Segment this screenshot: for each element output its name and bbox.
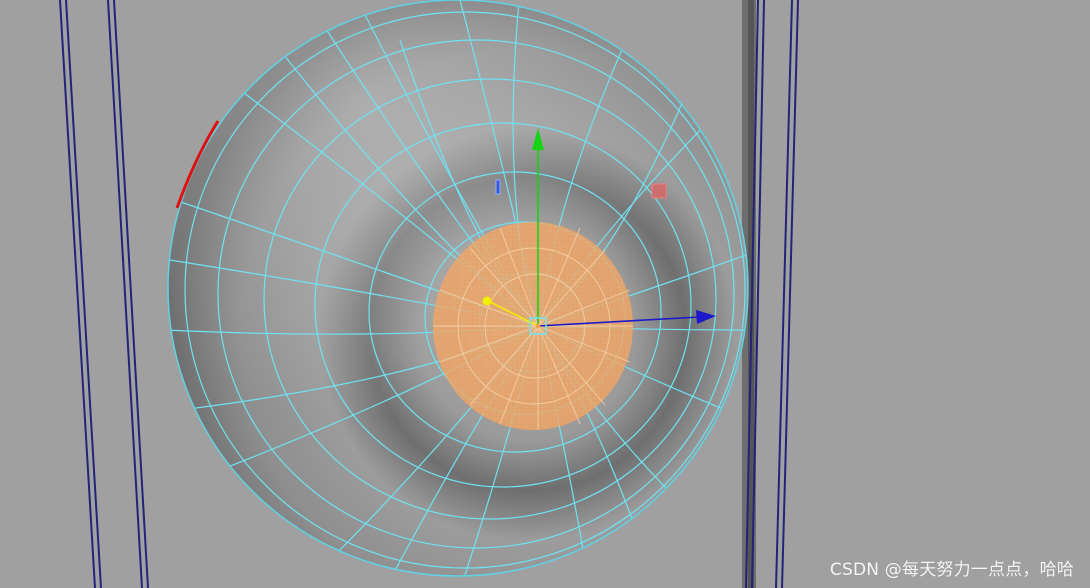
sphere-mesh[interactable] bbox=[165, 0, 760, 588]
z-axis-handle-icon[interactable] bbox=[482, 296, 492, 306]
wall-edge-line bbox=[59, 0, 96, 588]
red-component-marker[interactable] bbox=[651, 183, 667, 199]
3d-scene-canvas[interactable] bbox=[0, 0, 1090, 588]
maya-viewport[interactable]: CSDN @每天努力一点点，哈哈 bbox=[0, 0, 1090, 588]
pivot-point-icon bbox=[535, 323, 541, 329]
wall-edge-line bbox=[107, 0, 143, 588]
soft-selection-region[interactable] bbox=[433, 222, 633, 430]
watermark-text: CSDN @每天努力一点点，哈哈 bbox=[829, 560, 1074, 580]
wall-edge-line bbox=[113, 0, 149, 588]
blue-component-marker[interactable] bbox=[495, 179, 501, 195]
wall-edge-line bbox=[65, 0, 102, 588]
left-wall-edges bbox=[59, 0, 149, 588]
